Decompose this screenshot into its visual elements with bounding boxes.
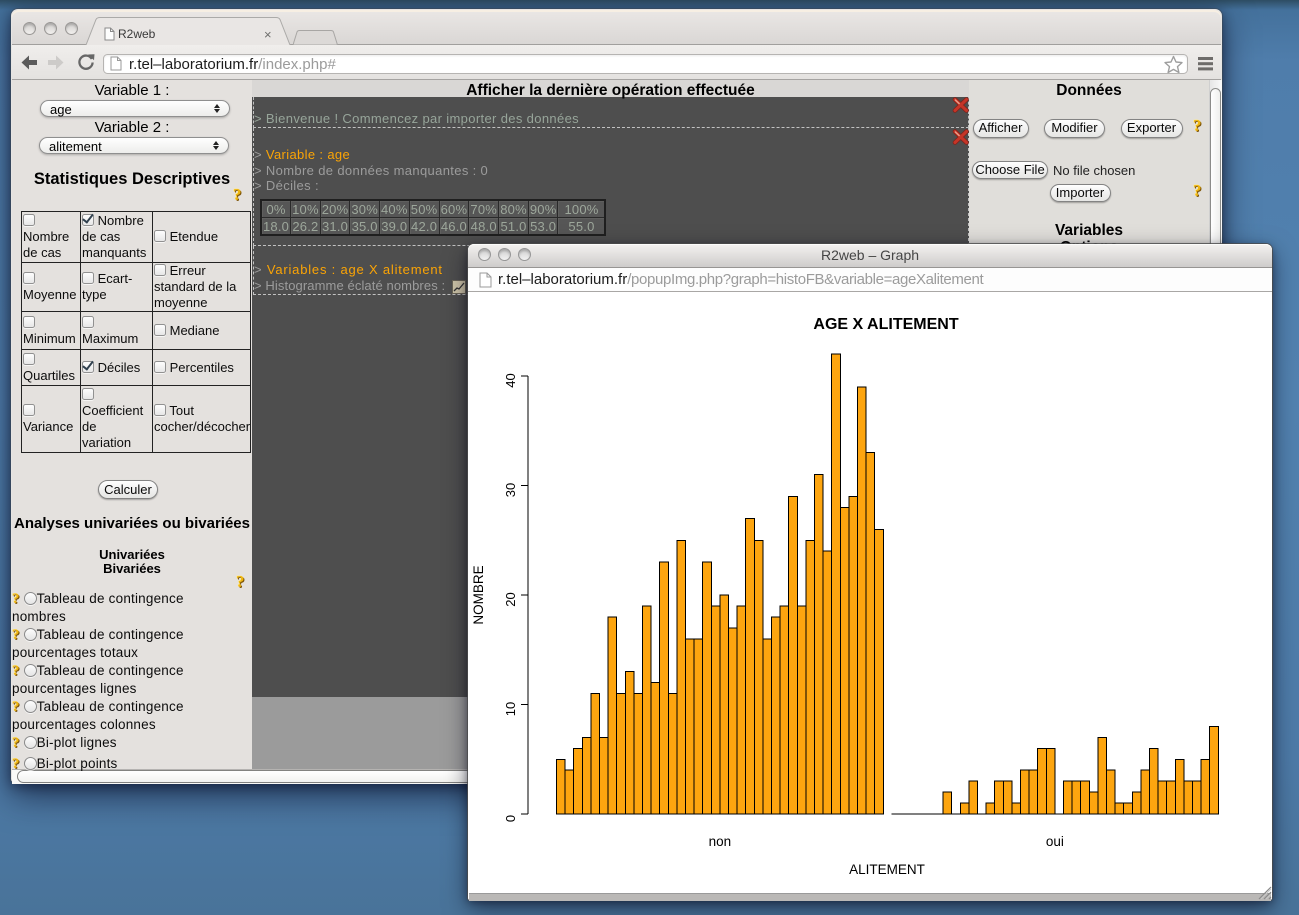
- svg-text:40: 40: [503, 373, 518, 387]
- svg-text:NOMBRE: NOMBRE: [471, 565, 486, 624]
- svg-text:AGE X ALITEMENT: AGE X ALITEMENT: [813, 316, 958, 333]
- svg-text:0: 0: [503, 815, 518, 822]
- svg-text:ALITEMENT: ALITEMENT: [849, 862, 925, 877]
- svg-text:10: 10: [503, 702, 518, 716]
- svg-text:oui: oui: [1046, 834, 1064, 849]
- svg-text:non: non: [709, 834, 732, 849]
- svg-text:20: 20: [503, 592, 518, 606]
- svg-text:30: 30: [503, 483, 518, 497]
